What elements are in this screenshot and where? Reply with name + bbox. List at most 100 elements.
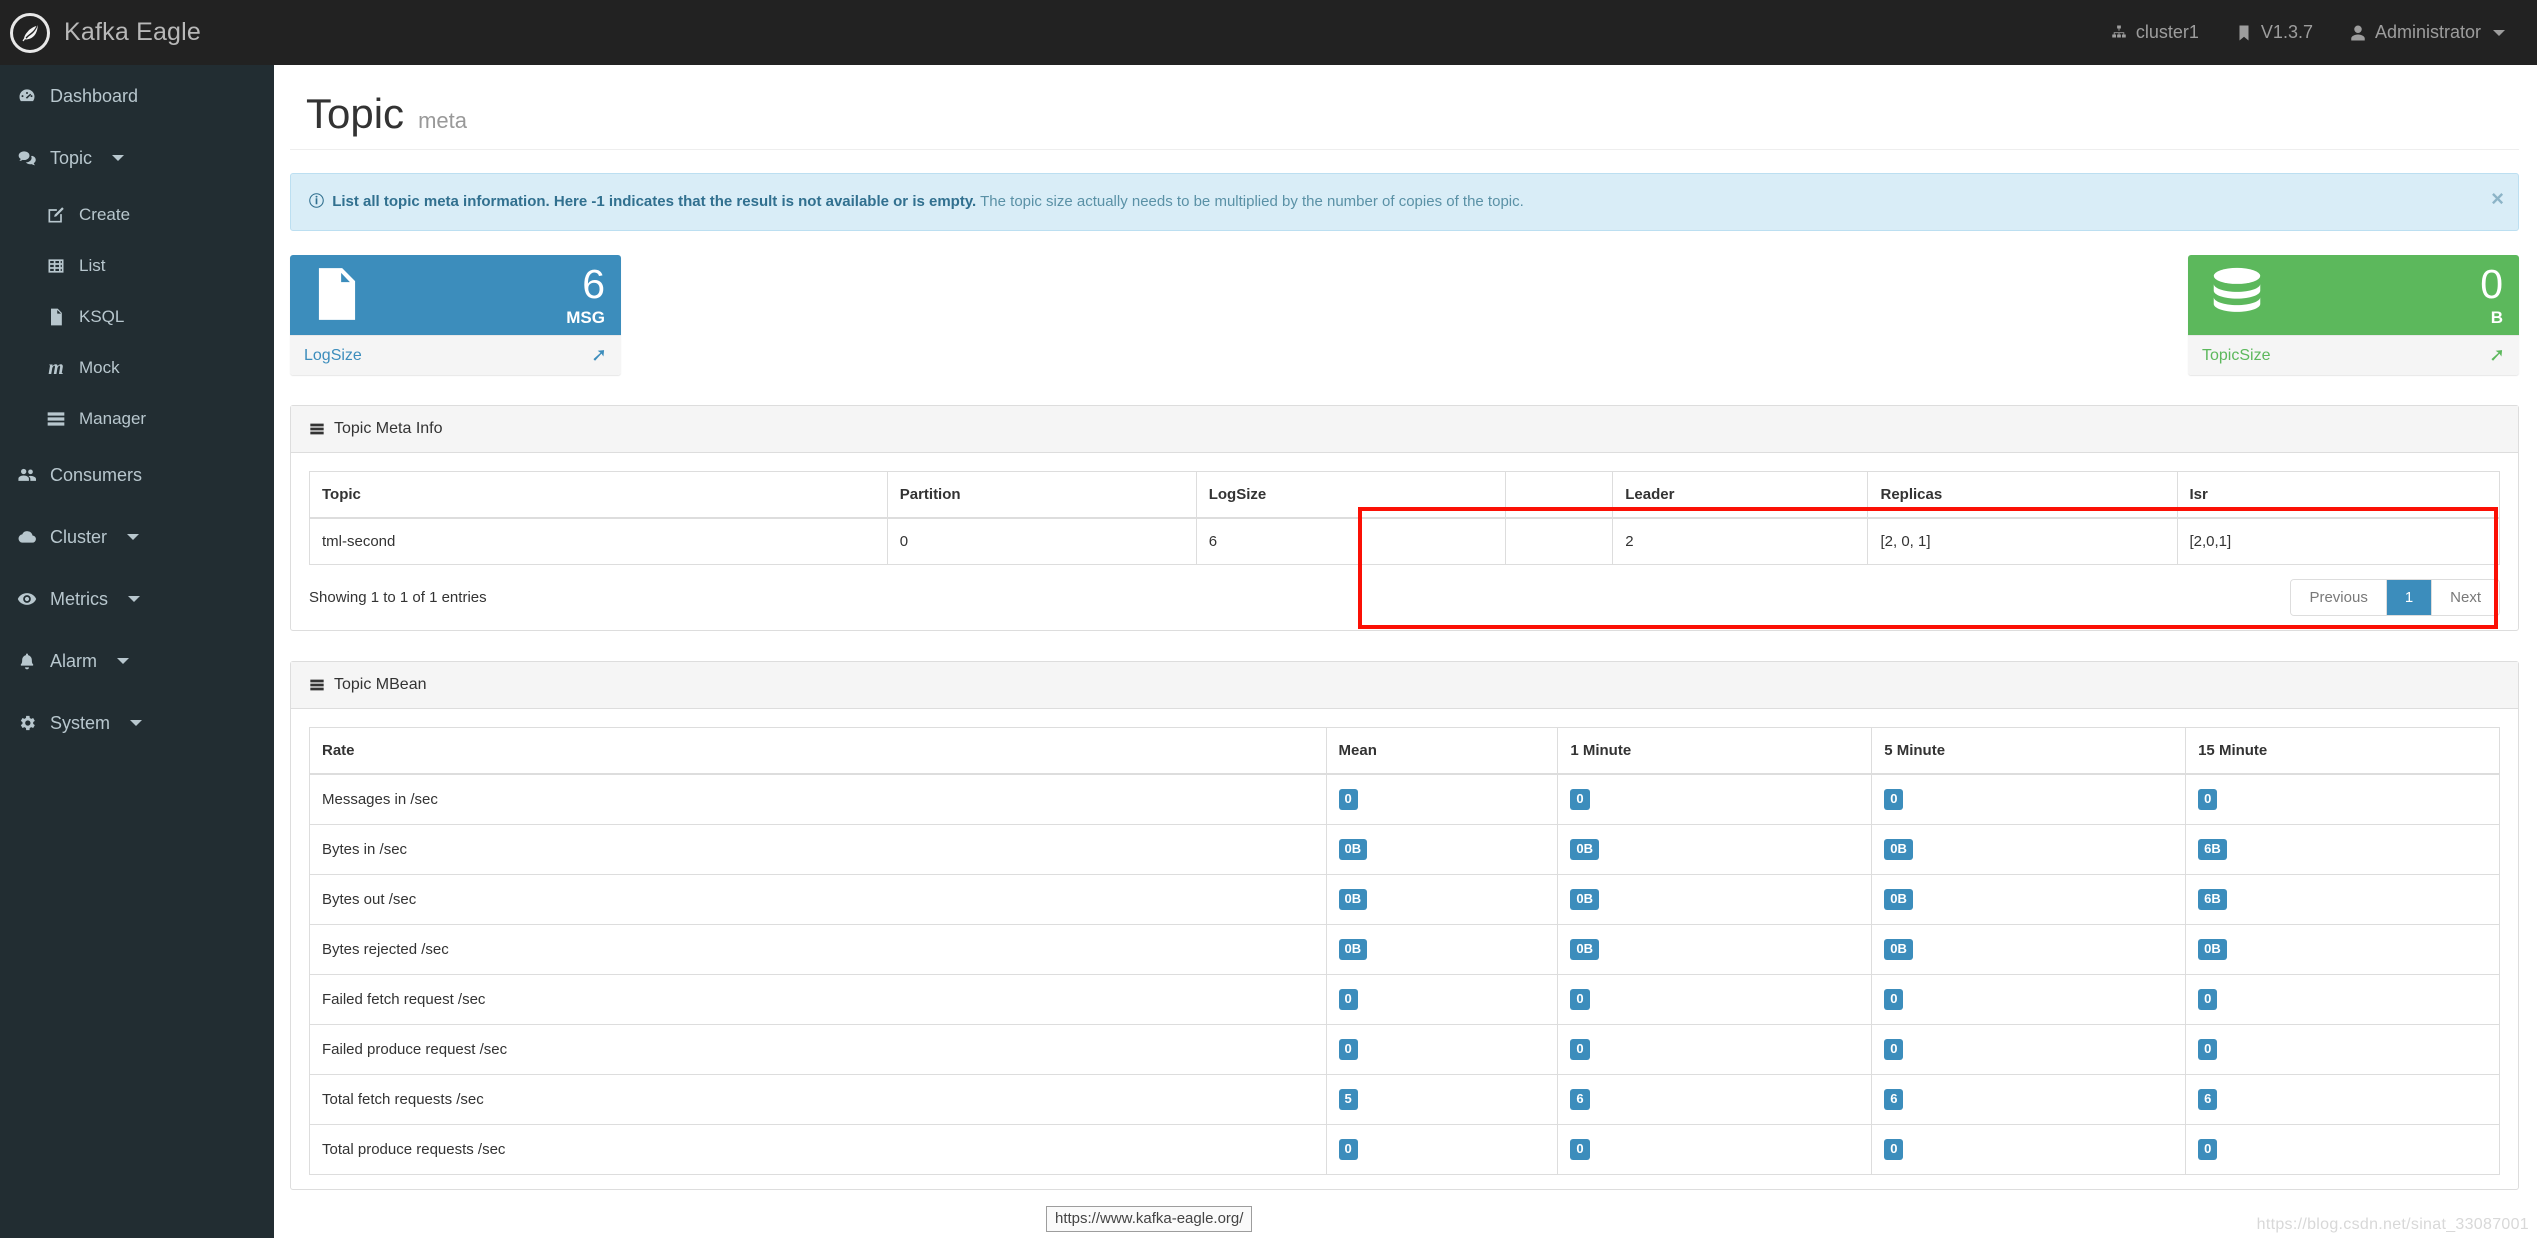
navbar-user-menu[interactable]: Administrator [2331, 0, 2523, 65]
card-topicsize-value-group: 0 B [2480, 261, 2503, 327]
table-row: Bytes rejected /sec 0B 0B 0B 0B [309, 924, 2500, 975]
status-badge: 0B [1338, 888, 1368, 910]
card-logsize-label: LogSize [304, 346, 362, 364]
table-row: Total produce requests /sec 0 0 0 0 [309, 1124, 2500, 1175]
bookmark-icon [2239, 25, 2249, 40]
card-logsize-footer[interactable]: LogSize ➚ [290, 335, 621, 375]
feather-logo-icon [10, 12, 50, 53]
pagination-next[interactable]: Next [2431, 580, 2499, 615]
topic-meta-table: Topic Partition LogSize Leader Replicas … [309, 471, 2500, 565]
col-leader[interactable]: Leader [1612, 471, 1868, 519]
table-row: Total fetch requests /sec 5 6 6 6 [309, 1074, 2500, 1125]
navbar-right: cluster1 V1.3.7 Administrator [2092, 0, 2537, 65]
table-row: Failed fetch request /sec 0 0 0 0 [309, 974, 2500, 1025]
pagination-page-1[interactable]: 1 [2385, 580, 2432, 615]
sidebar-item-label: Mock [79, 357, 120, 377]
table-row: tml-second 0 6 2 [2, 0, 1] [2,0,1] [309, 518, 2500, 565]
status-badge: 0B [1338, 938, 1368, 960]
col-topic[interactable]: Topic [309, 471, 888, 519]
status-badge: 5 [1338, 1088, 1358, 1110]
cell-15minute: 6 [2185, 1074, 2500, 1125]
cell-5minute: 0 [1871, 1124, 2186, 1175]
cell-1minute: 0B [1557, 874, 1872, 925]
table-header-row: Topic Partition LogSize Leader Replicas … [309, 471, 2500, 519]
sitemap-icon [2112, 25, 2126, 37]
cell-5minute: 0 [1871, 774, 2186, 825]
cell-mean: 0 [1325, 1124, 1558, 1175]
card-topicsize-value: 0 [2480, 261, 2503, 307]
navbar-cluster[interactable]: cluster1 [2092, 0, 2217, 65]
table-row: Bytes in /sec 0B 0B 0B 6B [309, 824, 2500, 875]
topic-mbean-panel-title: Topic MBean [334, 676, 427, 693]
sidebar-item-metrics[interactable]: Metrics [0, 568, 274, 630]
mock-m-icon: m [48, 356, 64, 379]
sidebar-item-label: Consumers [50, 464, 143, 485]
comments-icon [16, 147, 38, 169]
topic-meta-table-body: tml-second 0 6 2 [2, 0, 1] [2,0,1] [309, 518, 2500, 565]
table-icon [45, 255, 67, 277]
status-badge: 0 [1884, 988, 1904, 1010]
cell-5minute: 0B [1871, 824, 2186, 875]
topic-mbean-panel-body: Rate Mean 1 Minute 5 Minute 15 Minute Me… [291, 709, 2518, 1189]
cell-partition: 0 [886, 518, 1197, 565]
card-topicsize-body: 0 B [2188, 255, 2519, 335]
sidebar-item-consumers[interactable]: Consumers [0, 444, 274, 506]
navbar-version-label: V1.3.7 [2260, 22, 2313, 42]
status-badge: 0B [1570, 938, 1599, 960]
dashboard-icon [16, 85, 38, 107]
status-badge: 0 [1884, 1138, 1904, 1160]
topic-meta-table-footer: Showing 1 to 1 of 1 entries Previous 1 N… [309, 579, 2500, 616]
sidebar-item-system[interactable]: System [0, 692, 274, 754]
cell-1minute: 0B [1557, 924, 1872, 975]
card-topicsize-footer[interactable]: TopicSize ➚ [2188, 335, 2519, 375]
status-badge: 0 [1338, 789, 1358, 810]
col-logsize[interactable]: LogSize [1195, 471, 1506, 519]
sidebar-item-alarm[interactable]: Alarm [0, 630, 274, 692]
alert-muted-text: The topic size actually needs to be mult… [980, 193, 1524, 210]
navbar-version[interactable]: V1.3.7 [2217, 0, 2331, 65]
sidebar-item-list[interactable]: List [0, 240, 274, 291]
cell-mean: 0 [1325, 1024, 1558, 1075]
col-rate: Rate [309, 727, 1327, 775]
server-icon [310, 423, 324, 435]
card-logsize-unit: MSG [566, 308, 605, 327]
status-badge: 0B [1338, 838, 1368, 860]
info-alert: ⓘ List all topic meta information. Here … [290, 173, 2519, 231]
cell-replicas: [2, 0, 1] [1867, 518, 2177, 565]
status-badge: 0B [1884, 838, 1913, 860]
sidebar-item-mock[interactable]: m Mock [0, 342, 274, 393]
chevron-down-icon [117, 658, 130, 664]
close-icon[interactable]: × [2491, 188, 2504, 210]
status-badge: 0B [2198, 938, 2227, 960]
status-badge: 0 [2198, 1138, 2218, 1160]
edit-icon [45, 204, 67, 226]
sidebar-item-create[interactable]: Create [0, 189, 274, 240]
sidebar-item-cluster[interactable]: Cluster [0, 506, 274, 568]
sidebar-item-manager[interactable]: Manager [0, 393, 274, 444]
col-isr[interactable]: Isr [2176, 471, 2500, 519]
status-badge: 0B [1884, 938, 1913, 960]
cell-5minute: 6 [1871, 1074, 2186, 1125]
sidebar-item-topic[interactable]: Topic [0, 127, 274, 189]
topic-meta-panel: Topic Meta Info Topic Partition LogSize … [290, 405, 2519, 631]
col-partition[interactable]: Partition [886, 471, 1197, 519]
database-icon [2204, 263, 2270, 328]
sidebar-item-label: KSQL [79, 306, 125, 326]
cell-5minute: 0 [1871, 974, 2186, 1025]
status-badge: 6B [2198, 838, 2227, 860]
cell-15minute: 6B [2185, 874, 2500, 925]
brand[interactable]: Kafka Eagle [0, 0, 274, 65]
cell-mean: 0 [1325, 774, 1558, 825]
sidebar-item-label: Cluster [50, 526, 108, 547]
card-topicsize-label: TopicSize [2202, 346, 2271, 364]
pagination-previous[interactable]: Previous [2291, 580, 2386, 615]
chevron-down-icon [130, 720, 143, 726]
col-replicas[interactable]: Replicas [1867, 471, 2177, 519]
sidebar-item-ksql[interactable]: KSQL [0, 291, 274, 342]
status-badge: 0 [2198, 789, 2218, 810]
cell-topic: tml-second [309, 518, 888, 565]
sidebar-item-dashboard[interactable]: Dashboard [0, 65, 274, 127]
table-row: Bytes out /sec 0B 0B 0B 6B [309, 874, 2500, 925]
status-badge: 0 [1884, 789, 1904, 810]
table-entries-info: Showing 1 to 1 of 1 entries [309, 589, 487, 606]
